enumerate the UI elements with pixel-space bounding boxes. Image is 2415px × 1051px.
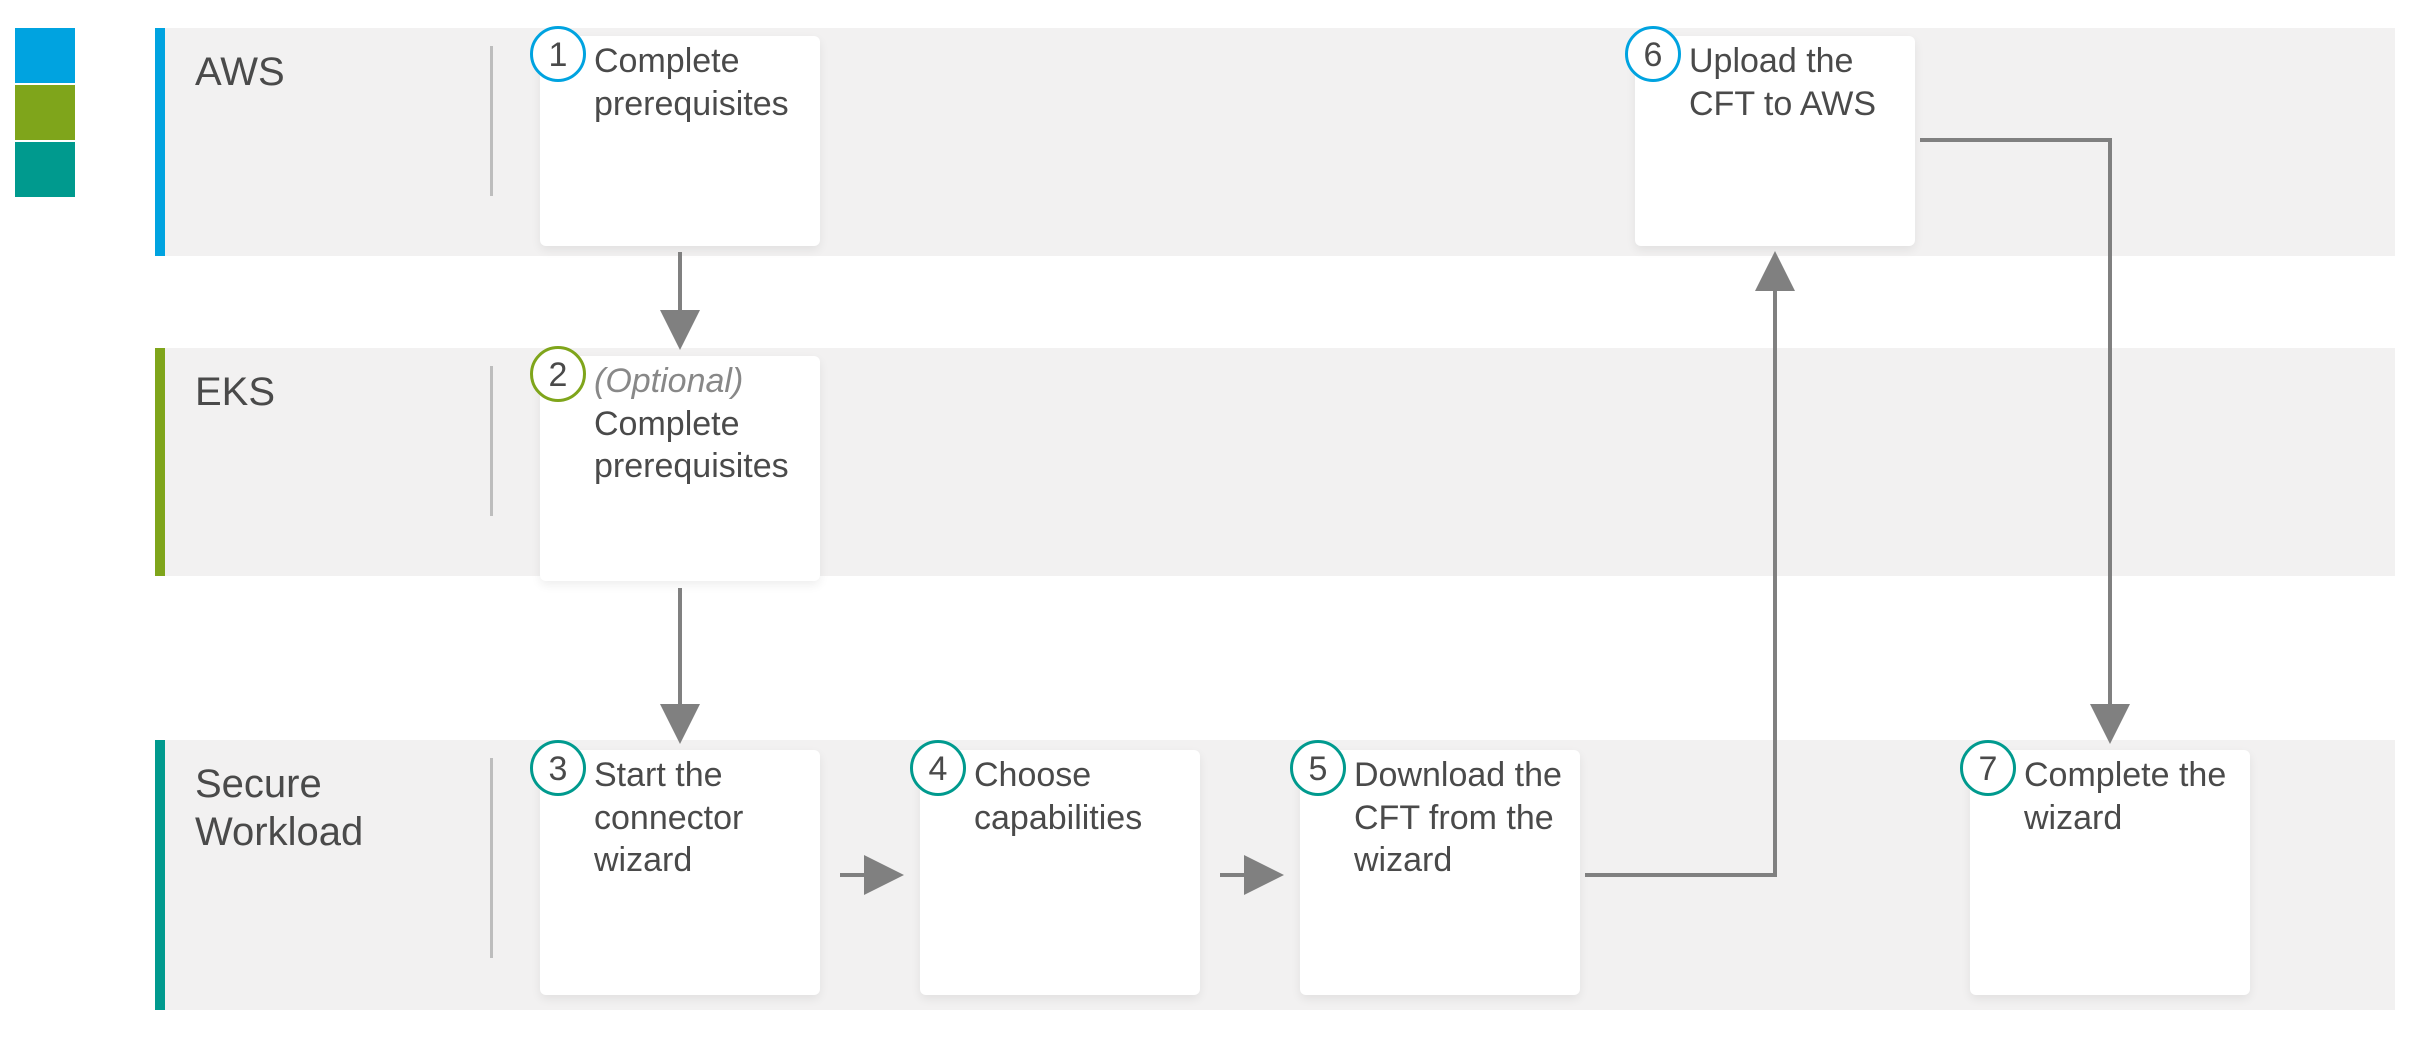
- step-4-num: 4: [910, 740, 966, 796]
- step-5-text: Download the CFT from the wizard: [1354, 754, 1566, 882]
- lane-aws-accent: [155, 28, 165, 256]
- step-2: 2 (Optional) Complete prerequisites: [540, 356, 820, 581]
- step-1-num: 1: [530, 26, 586, 82]
- diagram-canvas: AWS EKS Secure Workload 1 Complete prere…: [0, 0, 2415, 1051]
- step-6-text: Upload the CFT to AWS: [1689, 40, 1901, 125]
- step-7-num: 7: [1960, 740, 2016, 796]
- step-4-text: Choose capabilities: [974, 754, 1186, 839]
- legend-swatch-1: [15, 28, 75, 83]
- legend-swatch-2: [15, 85, 75, 140]
- step-7: 7 Complete the wizard: [1970, 750, 2250, 995]
- lane-eks-sep: [490, 366, 493, 516]
- step-4: 4 Choose capabilities: [920, 750, 1200, 995]
- lane-eks-label: EKS: [195, 368, 275, 416]
- step-2-text-body: Complete prerequisites: [594, 405, 789, 486]
- lane-sw-accent: [155, 740, 165, 1010]
- step-5: 5 Download the CFT from the wizard: [1300, 750, 1580, 995]
- lane-eks-accent: [155, 348, 165, 576]
- step-6: 6 Upload the CFT to AWS: [1635, 36, 1915, 246]
- step-3-text: Start the connector wizard: [594, 754, 806, 882]
- legend-swatch-3: [15, 142, 75, 197]
- lane-sw-sep: [490, 758, 493, 958]
- lane-sw-label: Secure Workload: [195, 760, 363, 856]
- lane-aws-label: AWS: [195, 48, 285, 96]
- step-3-num: 3: [530, 740, 586, 796]
- step-7-text: Complete the wizard: [2024, 754, 2236, 839]
- step-1: 1 Complete prerequisites: [540, 36, 820, 246]
- step-5-num: 5: [1290, 740, 1346, 796]
- step-2-optional: (Optional): [594, 362, 743, 400]
- step-3: 3 Start the connector wizard: [540, 750, 820, 995]
- lane-aws-sep: [490, 46, 493, 196]
- step-1-text: Complete prerequisites: [594, 40, 806, 125]
- step-2-num: 2: [530, 346, 586, 402]
- step-6-num: 6: [1625, 26, 1681, 82]
- step-2-text: (Optional) Complete prerequisites: [594, 360, 806, 488]
